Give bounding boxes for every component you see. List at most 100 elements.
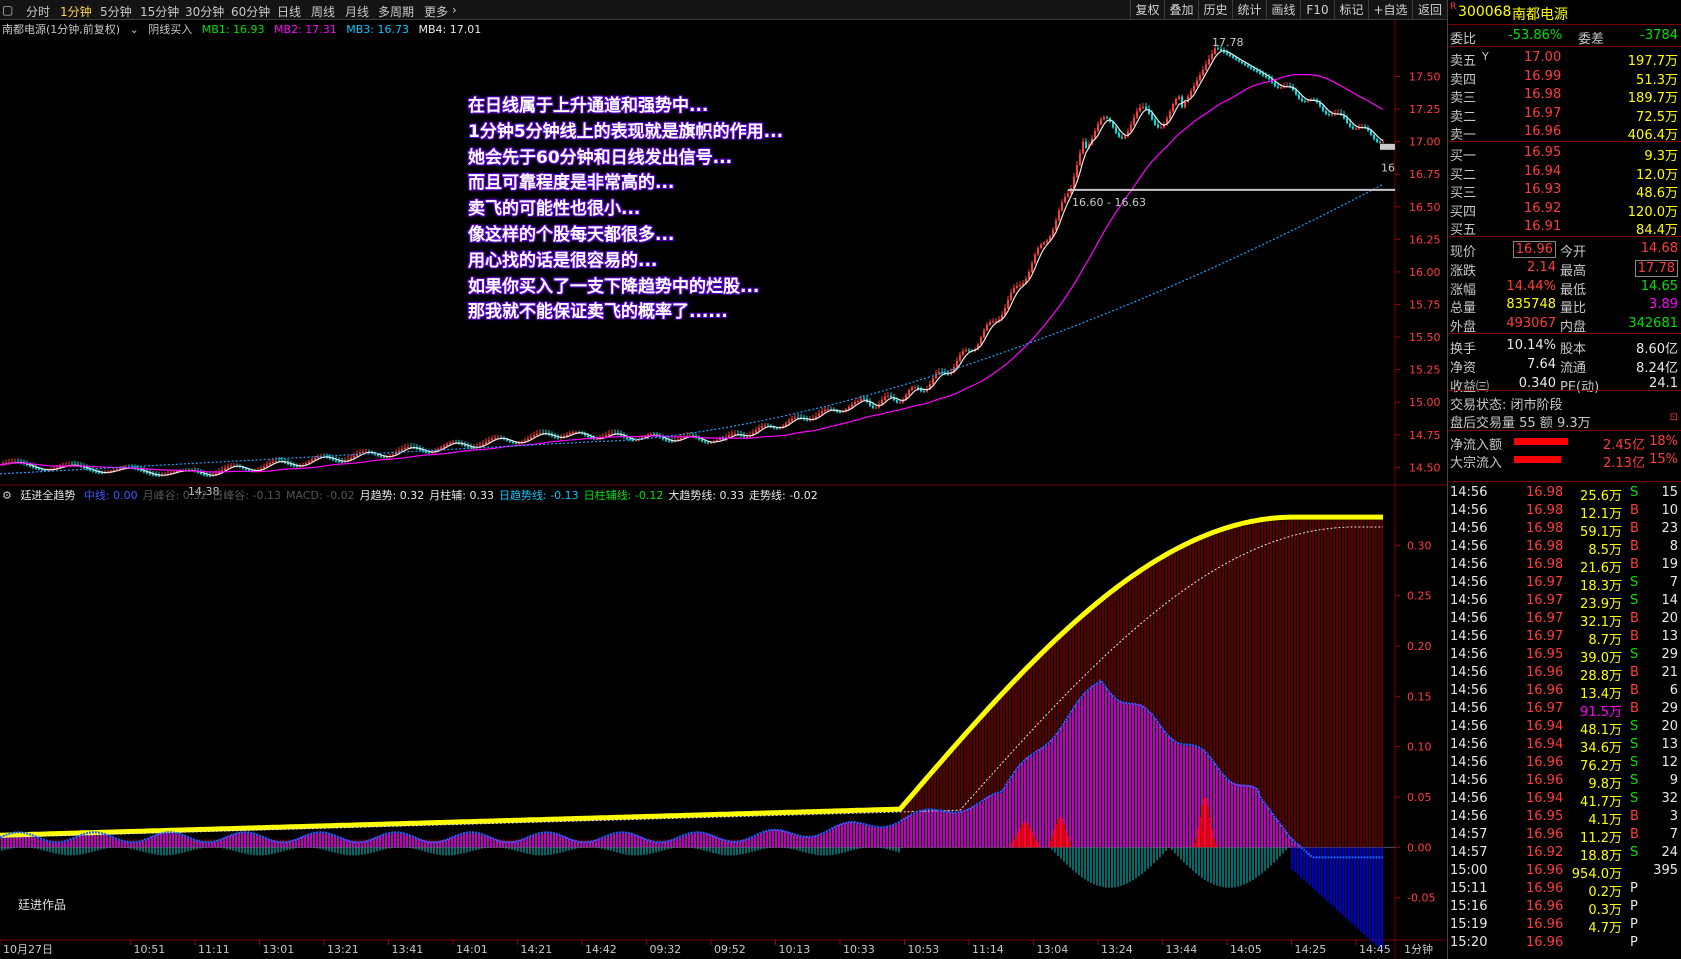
trade-time: 14:56 — [1450, 683, 1488, 698]
trade-price: 16.98 — [1526, 503, 1564, 518]
trade-side: S — [1630, 755, 1639, 770]
candle-body — [203, 473, 205, 476]
trade-price: 16.98 — [1526, 557, 1564, 572]
candle-body — [533, 434, 535, 437]
candle-body — [1094, 131, 1096, 139]
annotation-text: 在日线属于上升通道和强势中... 1分钟5分钟线上的表现就是旗帜的作用... 她会先… — [468, 94, 783, 326]
candle-body — [554, 436, 556, 438]
stat-value: 24.1 — [1649, 375, 1678, 391]
time-tick-label: 13:41 — [392, 943, 424, 956]
candle-body — [914, 387, 916, 389]
candle-body — [611, 433, 613, 435]
candle-body — [629, 438, 631, 441]
level-price: 16.92 — [1524, 200, 1562, 216]
indicator-tick-label: 0.00 — [1407, 841, 1432, 854]
candle-body — [824, 409, 826, 412]
trade-price: 16.94 — [1526, 737, 1564, 752]
candle-body — [806, 419, 808, 421]
level-volume: 9.3万 — [1644, 149, 1678, 164]
candle-body — [1037, 248, 1039, 255]
candle-body — [1055, 220, 1057, 230]
indicator-item: 月趋势: 0.32 — [359, 489, 425, 502]
candle-body — [158, 475, 160, 477]
buy-level-row[interactable]: 买二 16.94 12.0万 — [1448, 163, 1681, 183]
candle-body — [530, 436, 532, 439]
stat-value: 14.68 — [1640, 241, 1678, 256]
level-volume: 51.3万 — [1636, 72, 1678, 88]
trade-price: 16.96 — [1526, 881, 1564, 896]
trade-side: B — [1630, 539, 1639, 554]
price-tick-label: 14.75 — [1409, 429, 1441, 442]
trade-row: 14:56 16.97 91.5万 B 29 — [1448, 700, 1681, 720]
trade-side: S — [1630, 593, 1639, 608]
trade-side: B — [1630, 701, 1639, 716]
candle-body — [1325, 110, 1327, 115]
price-tick-label: 14.50 — [1409, 461, 1441, 474]
trade-count: 3 — [1669, 809, 1678, 824]
candle-body — [335, 460, 337, 462]
trade-price: 16.95 — [1526, 647, 1564, 662]
sell-level-row[interactable]: 卖二 16.97 72.5万 — [1448, 105, 1681, 125]
candle-body — [983, 330, 985, 338]
sell-level-row[interactable]: 卖五 Y 17.00 197.7万 — [1448, 49, 1681, 69]
candle-body — [965, 350, 967, 352]
candle-body — [1211, 53, 1213, 60]
sell-level-row[interactable]: 卖一 16.96 406.4万 — [1448, 123, 1681, 143]
price-tick-label: 17.25 — [1409, 103, 1441, 116]
trade-price: 16.97 — [1526, 629, 1564, 644]
sell-level-row[interactable]: 卖四 16.99 51.3万 — [1448, 68, 1681, 88]
candle-body — [1121, 136, 1123, 139]
stat-value: 7.64 — [1527, 356, 1556, 372]
trade-count: 24 — [1661, 845, 1678, 860]
sell-level-row[interactable]: 卖三 16.98 189.7万 — [1448, 86, 1681, 106]
candle-body — [1106, 117, 1108, 119]
buy-level-row[interactable]: 买一 16.95 9.3万 — [1448, 144, 1681, 164]
gear-icon[interactable]: ⚙ — [2, 489, 12, 502]
trade-side: S — [1630, 647, 1639, 662]
candle-body — [230, 465, 232, 467]
level-price: 16.94 — [1524, 163, 1562, 179]
stat-value: 17.78 — [1634, 259, 1678, 277]
candle-body — [1253, 68, 1255, 71]
trade-count: 13 — [1661, 629, 1678, 644]
time-tick-label: 14:45 — [1359, 943, 1391, 956]
buy-level-row[interactable]: 买五 16.91 84.4万 — [1448, 218, 1681, 238]
candle-body — [425, 451, 427, 453]
annotation-line: 用心找的话是很容易的... — [468, 250, 658, 271]
trade-time: 14:56 — [1450, 701, 1488, 716]
candle-body — [956, 360, 958, 368]
expand-icon[interactable]: ⊡ — [1670, 412, 1678, 423]
candle-body — [851, 404, 853, 407]
trade-price: 16.96 — [1526, 917, 1564, 932]
candle-body — [875, 407, 877, 409]
buy-level-row[interactable]: 买三 16.93 48.6万 — [1448, 181, 1681, 201]
stat-label: 最低 — [1560, 282, 1587, 298]
candle-body — [788, 420, 790, 424]
time-tick-label: 13:24 — [1101, 943, 1133, 956]
trade-count: 32 — [1661, 791, 1678, 806]
indicator-item: 日柱辅线: -0.12 — [583, 489, 664, 502]
candle-body — [1352, 126, 1354, 129]
price-tick-label: 16.00 — [1409, 266, 1441, 279]
trade-side: B — [1630, 809, 1639, 824]
candle-body — [146, 472, 148, 474]
stat-value: 0.340 — [1518, 375, 1556, 391]
stat-value: 342681 — [1628, 316, 1678, 332]
mb1-value: MB1: 16.93 — [201, 23, 265, 36]
candle-body — [227, 466, 229, 469]
candle-body — [245, 468, 247, 470]
time-tick-label: 10:53 — [908, 943, 940, 956]
candle-body — [386, 457, 388, 459]
candle-body — [1100, 119, 1102, 125]
level-volume: 72.5万 — [1636, 109, 1678, 125]
price-tick-label: 17.50 — [1409, 70, 1441, 83]
time-tick-label: 13:44 — [1166, 943, 1198, 956]
candle-body — [1034, 254, 1036, 264]
mb3-value: MB3: 16.73 — [346, 23, 409, 36]
trade-time: 14:57 — [1450, 827, 1488, 842]
candle-body — [1178, 96, 1180, 100]
chevron-down-icon[interactable]: ⌄ — [130, 23, 139, 36]
indicator-item: 月峰谷: 0.32 — [142, 489, 208, 502]
trade-side: S — [1630, 845, 1639, 860]
buy-level-row[interactable]: 买四 16.92 120.0万 — [1448, 200, 1681, 220]
